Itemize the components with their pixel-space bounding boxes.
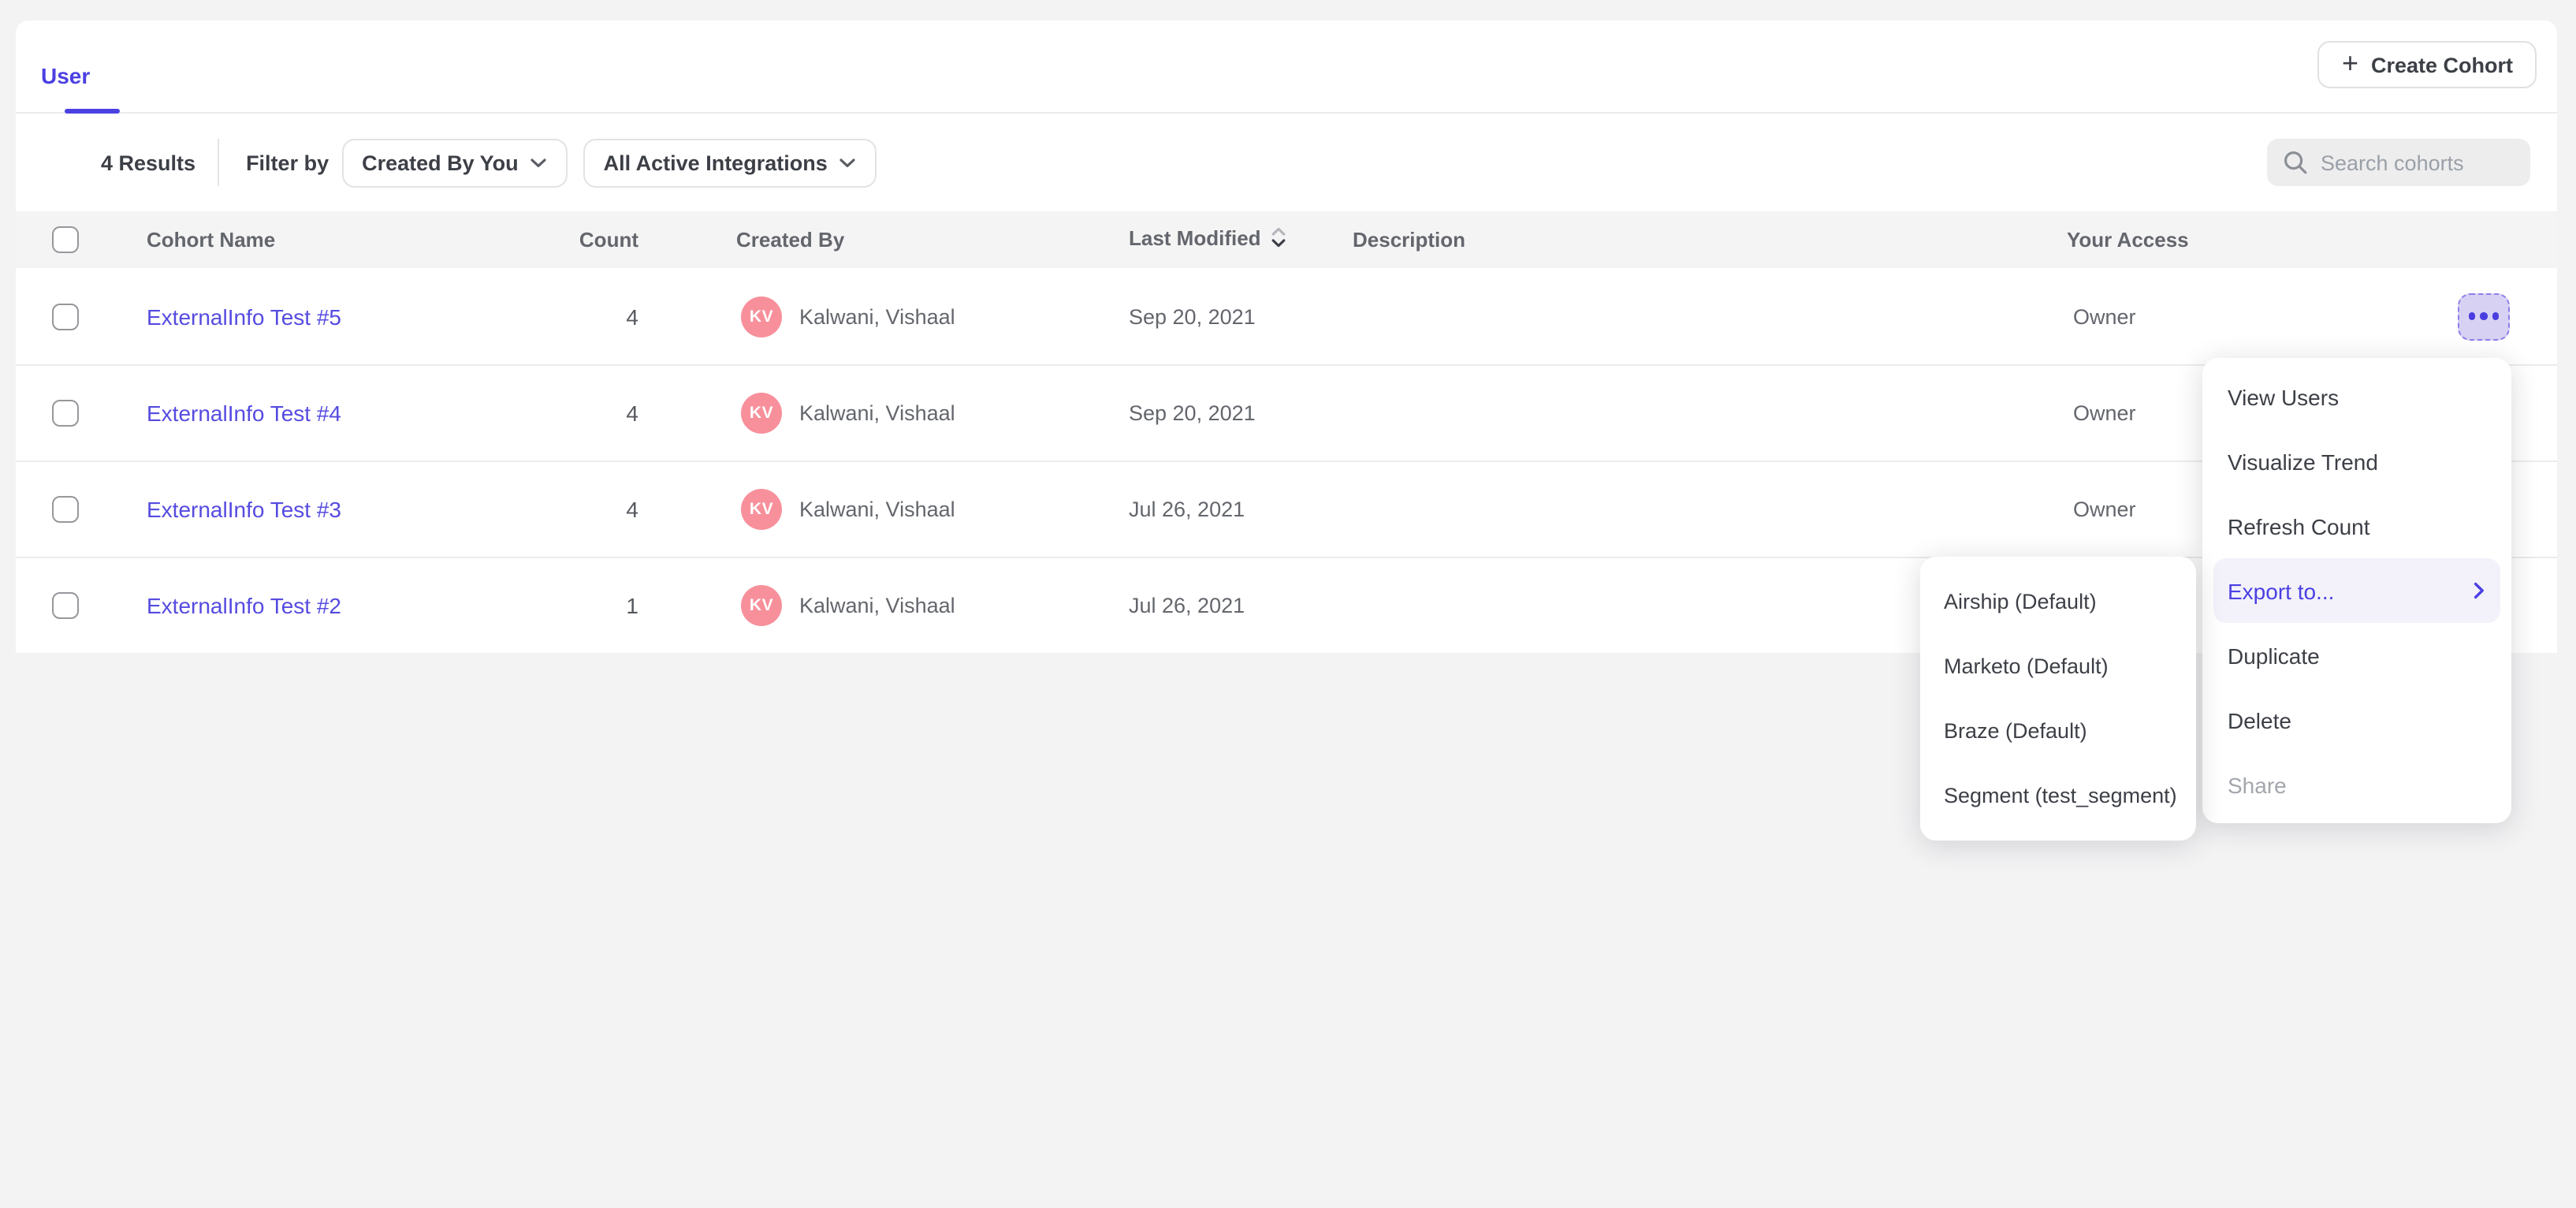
last-modified-date: Sep 20, 2021 <box>1129 304 1256 328</box>
context-menu: View Users Visualize Trend Refresh Count… <box>2202 358 2511 823</box>
filter-by-label: Filter by <box>246 151 329 174</box>
column-header-cohort-name: Cohort Name <box>147 228 275 252</box>
row-checkbox[interactable] <box>52 592 79 619</box>
created-by-dropdown[interactable]: Created By You <box>341 138 568 187</box>
access-level: Owner <box>2073 401 2136 425</box>
created-by-name: Kalwani, Vishaal <box>799 304 955 328</box>
row-actions-button[interactable] <box>2458 293 2510 340</box>
row-checkbox[interactable] <box>52 496 79 523</box>
row-checkbox[interactable] <box>52 303 79 330</box>
ellipsis-icon <box>2469 313 2476 320</box>
table-header: Cohort Name Count Created By Last Modifi… <box>16 211 2557 268</box>
submenu-item-marketo[interactable]: Marketo (Default) <box>1920 634 2196 699</box>
cohort-count: 1 <box>520 593 638 618</box>
cohort-count: 4 <box>520 401 638 426</box>
chevron-down-icon <box>839 157 856 168</box>
column-header-last-modified[interactable]: Last Modified <box>1129 226 1286 253</box>
filter-bar: 4 Results Filter by Created By You All A… <box>16 114 2557 211</box>
avatar: KV <box>741 393 782 434</box>
column-header-description: Description <box>1353 228 1465 252</box>
create-cohort-button[interactable]: + Create Cohort <box>2318 41 2537 88</box>
cohort-count: 4 <box>520 497 638 522</box>
chevron-down-icon <box>530 157 547 168</box>
avatar: KV <box>741 489 782 530</box>
column-header-created-by: Created By <box>736 228 844 252</box>
cohort-name-link[interactable]: ExternalInfo Test #4 <box>147 401 341 426</box>
tab-active-underline <box>65 108 120 114</box>
row-checkbox[interactable] <box>52 400 79 427</box>
export-submenu: Airship (Default) Marketo (Default) Braz… <box>1920 557 2196 841</box>
search-icon <box>2283 150 2308 175</box>
cohort-name-link[interactable]: ExternalInfo Test #3 <box>147 497 341 522</box>
menu-item-duplicate[interactable]: Duplicate <box>2202 623 2511 688</box>
integrations-dropdown-value: All Active Integrations <box>604 151 828 174</box>
cohort-count: 4 <box>520 304 638 329</box>
chevron-right-icon <box>2474 582 2485 599</box>
menu-item-share: Share <box>2202 752 2511 817</box>
cohorts-page: User + Create Cohort 4 Results Filter by… <box>0 0 2576 1208</box>
table-row[interactable]: ExternalInfo Test #3 4 KV Kalwani, Visha… <box>16 460 2557 557</box>
integrations-dropdown[interactable]: All Active Integrations <box>583 138 877 187</box>
tab-user[interactable]: User <box>41 21 90 112</box>
search-input[interactable] <box>2321 151 2510 174</box>
menu-item-export-to[interactable]: Export to... <box>2213 558 2500 623</box>
avatar: KV <box>741 296 782 337</box>
created-by-name: Kalwani, Vishaal <box>799 498 955 521</box>
search-box[interactable] <box>2267 139 2530 186</box>
column-header-count: Count <box>520 228 638 252</box>
menu-item-refresh-count[interactable]: Refresh Count <box>2202 494 2511 558</box>
submenu-item-segment[interactable]: Segment (test_segment) <box>1920 763 2196 828</box>
last-modified-date: Jul 26, 2021 <box>1129 498 1245 521</box>
sort-icon[interactable] <box>1271 226 1286 253</box>
created-by-name: Kalwani, Vishaal <box>799 594 955 617</box>
tabs-row: User + Create Cohort <box>16 21 2557 114</box>
plus-icon: + <box>2342 49 2358 77</box>
access-level: Owner <box>2073 304 2136 328</box>
last-modified-date: Sep 20, 2021 <box>1129 401 1256 425</box>
submenu-item-airship[interactable]: Airship (Default) <box>1920 569 2196 634</box>
cohort-name-link[interactable]: ExternalInfo Test #5 <box>147 304 341 329</box>
tab-user-label: User <box>41 63 90 88</box>
column-header-your-access: Your Access <box>2067 228 2189 252</box>
last-modified-date: Jul 26, 2021 <box>1129 594 1245 617</box>
menu-item-view-users[interactable]: View Users <box>2202 364 2511 429</box>
divider <box>218 139 219 186</box>
created-by-dropdown-value: Created By You <box>362 151 519 174</box>
menu-item-visualize-trend[interactable]: Visualize Trend <box>2202 429 2511 494</box>
table-row[interactable]: ExternalInfo Test #4 4 KV Kalwani, Visha… <box>16 364 2557 460</box>
avatar: KV <box>741 585 782 626</box>
results-count: 4 Results <box>101 151 195 174</box>
cohort-name-link[interactable]: ExternalInfo Test #2 <box>147 593 341 618</box>
created-by-name: Kalwani, Vishaal <box>799 401 955 425</box>
select-all-checkbox[interactable] <box>52 226 79 253</box>
submenu-item-braze[interactable]: Braze (Default) <box>1920 699 2196 763</box>
create-cohort-label: Create Cohort <box>2371 53 2513 76</box>
access-level: Owner <box>2073 498 2136 521</box>
menu-item-delete[interactable]: Delete <box>2202 688 2511 752</box>
table-row[interactable]: ExternalInfo Test #5 4 KV Kalwani, Visha… <box>16 268 2557 364</box>
